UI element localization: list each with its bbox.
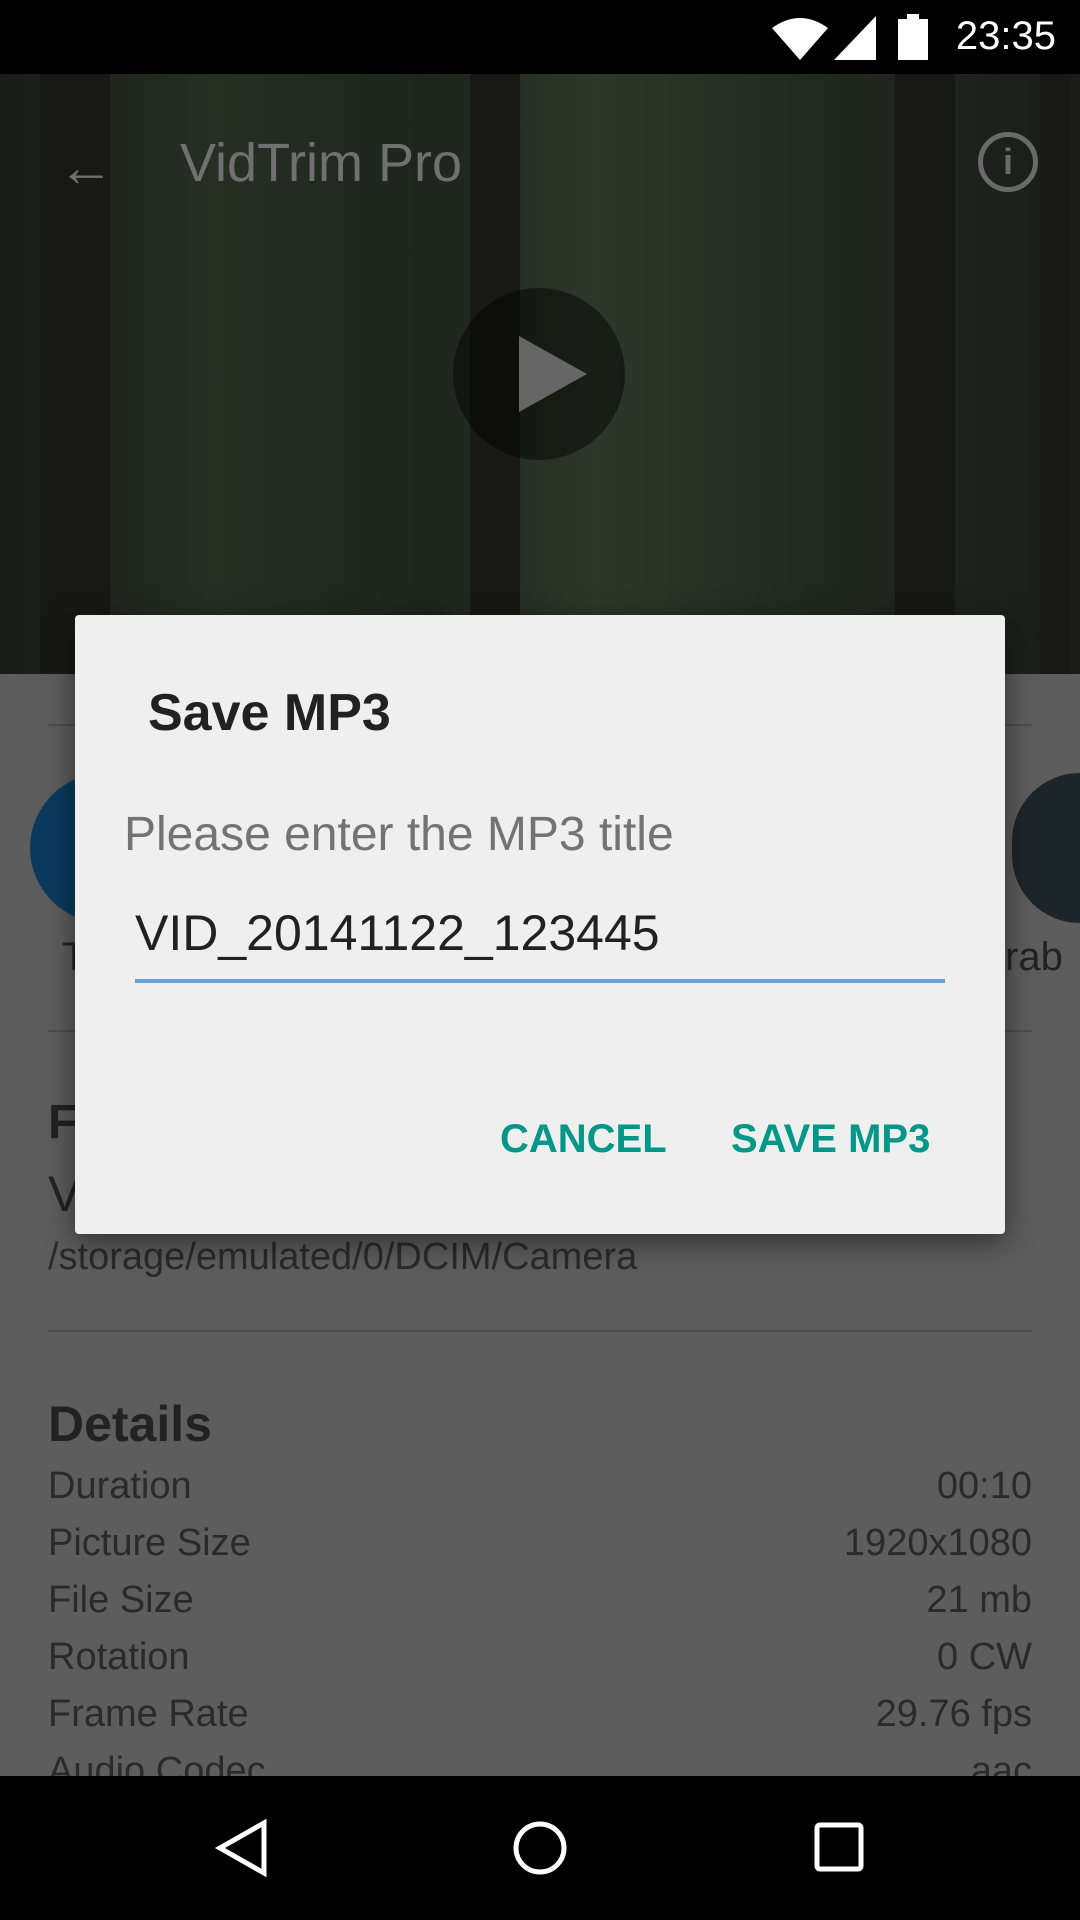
- info-icon[interactable]: i: [978, 132, 1038, 192]
- navigation-bar: [0, 1776, 1080, 1920]
- battery-icon: [898, 14, 928, 60]
- status-time: 23:35: [955, 14, 1056, 58]
- save-mp3-dialog: Save MP3 Please enter the MP3 title CANC…: [75, 615, 1005, 1234]
- signal-icon: [834, 16, 876, 60]
- file-heading: F: [48, 1096, 78, 1149]
- detail-label: Frame Rate: [48, 1693, 249, 1735]
- detail-row: Duration 00:10: [48, 1465, 1032, 1508]
- app-title: VidTrim Pro: [180, 133, 463, 193]
- mp3-title-input[interactable]: [135, 887, 945, 983]
- dialog-title: Save MP3: [148, 684, 391, 742]
- wifi-icon: [772, 18, 828, 60]
- video-preview[interactable]: ← VidTrim Pro i: [0, 74, 1080, 674]
- arrow-left-icon[interactable]: ←: [58, 134, 114, 199]
- save-mp3-button[interactable]: SAVE MP3: [731, 1117, 930, 1162]
- detail-label: Duration: [48, 1465, 192, 1507]
- cancel-button[interactable]: CANCEL: [500, 1117, 667, 1162]
- back-triangle-icon[interactable]: [212, 1818, 272, 1878]
- detail-value: 29.76 fps: [875, 1693, 1032, 1735]
- detail-value: 00:10: [936, 1465, 1032, 1507]
- status-bar: 23:35: [0, 0, 1080, 74]
- action-label-grab: rab: [1005, 935, 1063, 979]
- detail-row: Rotation 0 CW: [48, 1636, 1032, 1679]
- play-icon[interactable]: [453, 288, 625, 460]
- detail-label: Picture Size: [48, 1522, 251, 1564]
- detail-value: 21 mb: [926, 1579, 1032, 1621]
- divider: [48, 1330, 1032, 1332]
- detail-row: Frame Rate 29.76 fps: [48, 1693, 1032, 1736]
- home-circle-icon[interactable]: [510, 1818, 570, 1878]
- detail-value: 1920x1080: [843, 1522, 1032, 1564]
- detail-row: Picture Size 1920x1080: [48, 1522, 1032, 1565]
- details-heading: Details: [48, 1396, 212, 1452]
- recents-square-icon[interactable]: [812, 1820, 868, 1876]
- detail-label: Rotation: [48, 1636, 190, 1678]
- file-path: /storage/emulated/0/DCIM/Camera: [48, 1236, 638, 1278]
- detail-value: 0 CW: [937, 1636, 1032, 1678]
- action-button-grab[interactable]: [1012, 773, 1080, 923]
- dialog-prompt: Please enter the MP3 title: [124, 808, 674, 861]
- detail-row: File Size 21 mb: [48, 1579, 1032, 1622]
- detail-label: File Size: [48, 1579, 194, 1621]
